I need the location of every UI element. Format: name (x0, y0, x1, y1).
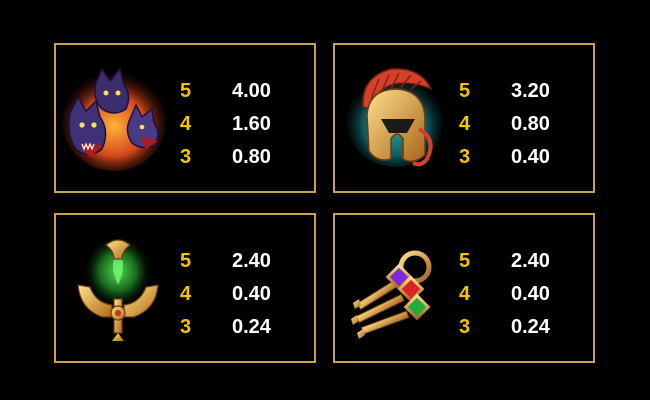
payout-row: 3 0.24 (453, 311, 583, 344)
symbol-count: 5 (459, 250, 471, 272)
key-ring-icon (341, 229, 445, 347)
symbol-count: 3 (459, 146, 471, 168)
payout-rows: 5 3.20 4 0.80 3 0.40 (453, 75, 583, 174)
payout-value: 4.00 (232, 80, 271, 102)
symbol-count: 4 (180, 113, 192, 135)
payout-value: 2.40 (511, 250, 550, 272)
payout-rows: 5 4.00 4 1.60 3 0.80 (174, 75, 304, 174)
payout-value: 2.40 (232, 250, 271, 272)
paytable-panel-trident: 5 2.40 4 0.40 3 0.24 (54, 213, 316, 363)
symbol-count: 3 (180, 146, 192, 168)
payout-rows: 5 2.40 4 0.40 3 0.24 (453, 245, 583, 344)
payout-row: 4 0.80 (453, 108, 583, 141)
payout-row: 4 0.40 (453, 278, 583, 311)
payout-value: 1.60 (232, 113, 271, 135)
payout-rows: 5 2.40 4 0.40 3 0.24 (174, 245, 304, 344)
three-headed-dog-icon (62, 59, 166, 177)
paytable-panel-keys: 5 2.40 4 0.40 3 0.24 (333, 213, 595, 363)
payout-value: 0.80 (511, 113, 550, 135)
payout-value: 0.40 (511, 283, 550, 305)
paytable-panel-dog: 5 4.00 4 1.60 3 0.80 (54, 43, 316, 193)
symbol-count: 3 (459, 316, 471, 338)
symbol-count: 5 (459, 80, 471, 102)
paytable-panel-helmet: 5 3.20 4 0.80 3 0.40 (333, 43, 595, 193)
payout-value: 3.20 (511, 80, 550, 102)
symbol-count: 5 (180, 250, 192, 272)
symbol-count: 5 (180, 80, 192, 102)
payout-value: 0.40 (232, 283, 271, 305)
payout-row: 5 4.00 (174, 75, 304, 108)
payout-value: 0.24 (232, 316, 271, 338)
payout-value: 0.40 (511, 146, 550, 168)
payout-row: 3 0.80 (174, 141, 304, 174)
trident-amulet-icon (62, 229, 166, 347)
symbol-count: 4 (459, 283, 471, 305)
symbol-count: 3 (180, 316, 192, 338)
payout-row: 3 0.24 (174, 311, 304, 344)
paytable-page: 5 4.00 4 1.60 3 0.80 5 3.20 4 0.80 3 0.4… (0, 0, 650, 400)
payout-row: 5 2.40 (174, 245, 304, 278)
payout-row: 5 2.40 (453, 245, 583, 278)
payout-row: 3 0.40 (453, 141, 583, 174)
spartan-helmet-icon (341, 59, 445, 177)
payout-value: 0.24 (511, 316, 550, 338)
payout-row: 5 3.20 (453, 75, 583, 108)
payout-value: 0.80 (232, 146, 271, 168)
symbol-count: 4 (459, 113, 471, 135)
payout-row: 4 0.40 (174, 278, 304, 311)
payout-row: 4 1.60 (174, 108, 304, 141)
symbol-count: 4 (180, 283, 192, 305)
